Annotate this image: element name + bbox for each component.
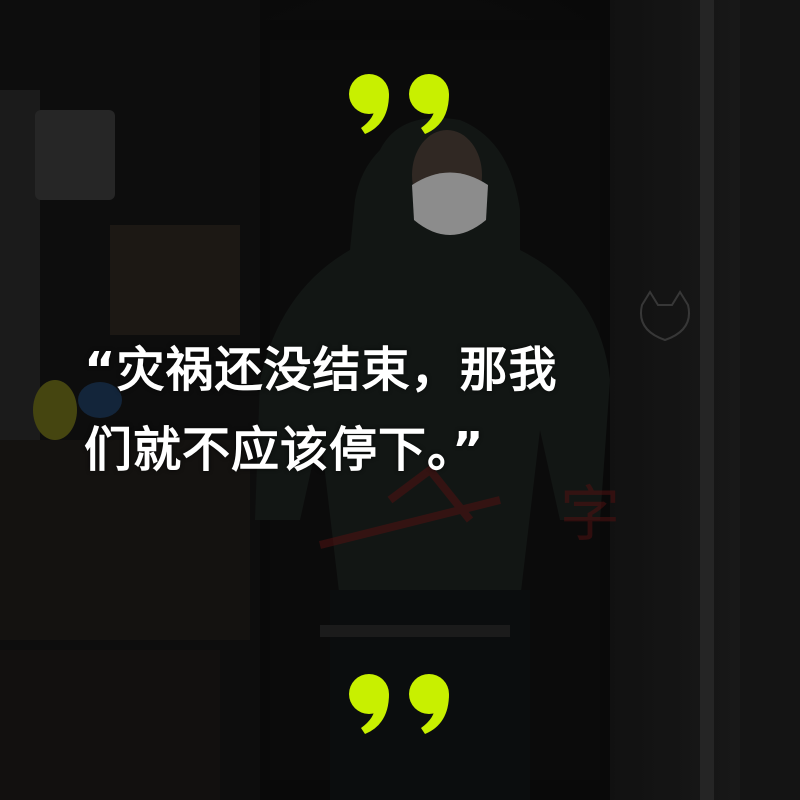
open-quote-icon <box>349 74 449 134</box>
quote-card: 字 “灾祸还没结束，那我 们就不应该停下。” <box>0 0 800 800</box>
quote-text: “灾祸还没结束，那我 们就不应该停下。” <box>84 330 744 490</box>
close-quote-icon <box>349 674 449 734</box>
quote-line-1: “灾祸还没结束，那我 <box>84 342 558 398</box>
quote-line-2: 们就不应该停下。” <box>84 422 485 478</box>
